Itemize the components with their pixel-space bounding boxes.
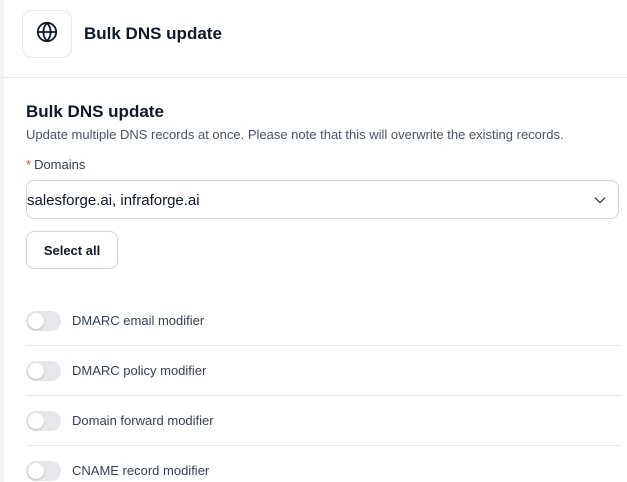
modifier-label: DMARC policy modifier (72, 363, 207, 378)
toggle-knob (28, 363, 44, 379)
toggle-knob (28, 413, 44, 429)
modifier-row-domain-forward: Domain forward modifier (26, 396, 621, 446)
domains-label: * Domains (26, 157, 85, 172)
section-title: Bulk DNS update (26, 102, 164, 121)
domains-select[interactable]: salesforge.ai, infraforge.ai (26, 180, 619, 219)
domains-label-text: Domains (34, 157, 86, 172)
modifier-label: DMARC email modifier (72, 313, 205, 328)
dmarc-email-toggle[interactable] (26, 311, 61, 331)
dmarc-policy-toggle[interactable] (26, 361, 61, 381)
domain-forward-toggle[interactable] (26, 411, 61, 431)
required-mark: * (26, 157, 32, 172)
modifier-row-dmarc-email: DMARC email modifier (26, 296, 621, 346)
modifier-row-cname-record: CNAME record modifier (26, 446, 621, 482)
chevron-down-icon[interactable] (592, 192, 608, 208)
globe-icon (36, 21, 58, 48)
modifier-label: CNAME record modifier (72, 463, 210, 478)
modifier-label: Domain forward modifier (72, 413, 214, 428)
bulk-dns-panel: Bulk DNS update Bulk DNS update Update m… (0, 0, 627, 482)
panel-header: Bulk DNS update (0, 0, 627, 78)
toggle-knob (28, 313, 44, 329)
select-all-button[interactable]: Select all (26, 231, 118, 269)
section-description: Update multiple DNS records at once. Ple… (26, 127, 564, 142)
domains-select-value: salesforge.ai, infraforge.ai (27, 192, 200, 209)
modifier-row-dmarc-policy: DMARC policy modifier (26, 346, 621, 396)
toggle-knob (28, 463, 44, 479)
header-icon-box (22, 10, 72, 58)
header-title: Bulk DNS update (84, 24, 222, 43)
cname-record-toggle[interactable] (26, 461, 61, 481)
